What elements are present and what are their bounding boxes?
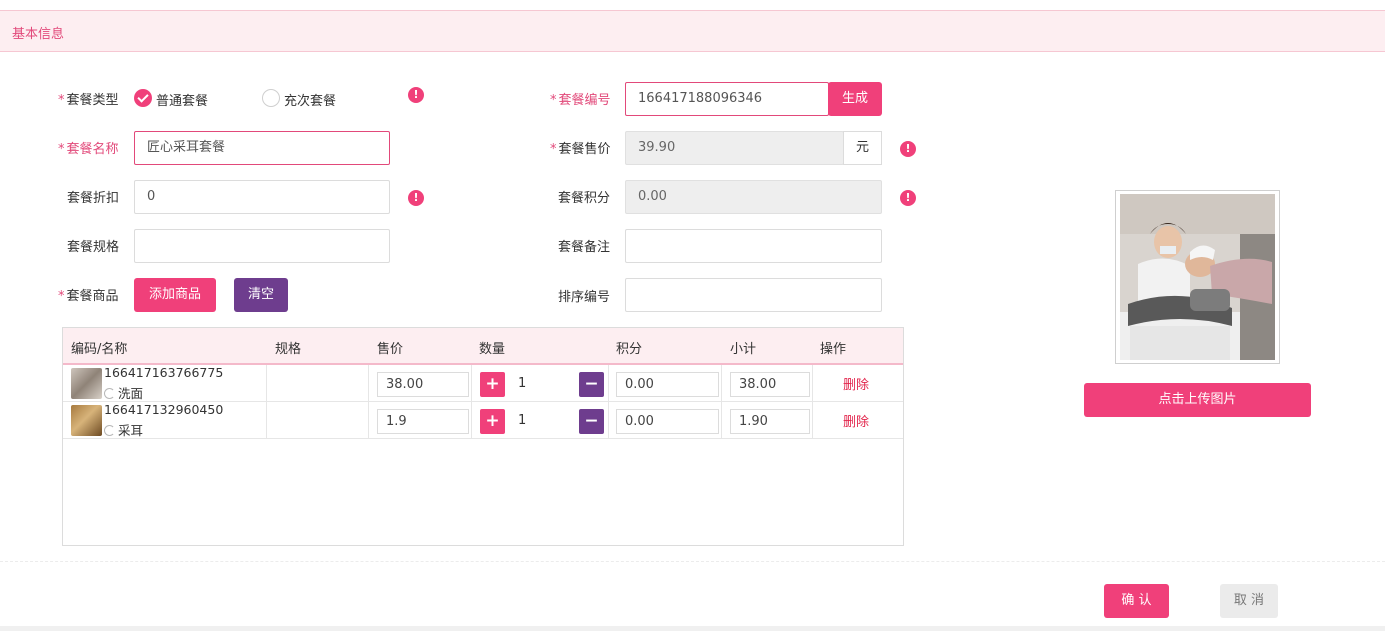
package-no-label: * 套餐编号 [550,93,611,108]
bottom-strip [0,626,1385,631]
points-cell-input[interactable]: 0.00 [616,372,719,397]
qty-plus-button[interactable]: + [480,372,505,397]
qty-minus-button[interactable]: − [579,409,604,434]
warning-icon[interactable]: ! [900,141,916,157]
currency-unit: 元 [843,131,882,165]
package-image [1120,194,1275,360]
delete-link[interactable]: 删除 [843,411,869,430]
clear-button[interactable]: 清空 [234,278,288,312]
th-code-name: 编码/名称 [71,342,128,357]
goods-table: 编码/名称 规格 售价 数量 积分 小计 操作 166417163766775 … [62,327,904,546]
sort-no-label: 排序编号 [558,290,611,305]
upload-image-button[interactable]: 点击上传图片 [1084,383,1311,417]
delete-link[interactable]: 删除 [843,374,869,393]
qty-value[interactable]: 1 [518,376,526,391]
sort-no-input[interactable] [625,278,882,312]
discount-input[interactable]: 0 [134,180,390,214]
qty-plus-button[interactable]: + [480,409,505,434]
generate-button[interactable]: 生成 [828,82,882,116]
th-action: 操作 [820,342,847,357]
price-input[interactable]: 38.00 [377,372,469,397]
confirm-button[interactable]: 确 认 [1104,584,1169,618]
warning-icon[interactable]: ! [408,190,424,206]
product-name: 采耳 [104,420,143,439]
package-no-input[interactable]: 166417188096346 [625,82,829,116]
package-type-label: * 套餐类型 [58,93,119,108]
section-title: 基本信息 [12,27,65,42]
refresh-icon[interactable] [104,425,115,436]
cancel-button[interactable]: 取 消 [1220,584,1278,618]
th-spec: 规格 [275,342,302,357]
radio-normal-label[interactable]: 普通套餐 [156,90,208,109]
table-row: 166417132960450 采耳 1.9 + 1 − 0.00 1.90 删… [63,402,903,439]
refresh-icon[interactable] [104,388,115,399]
product-thumbnail [71,405,102,436]
section-header: 基本信息 [0,10,1385,52]
radio-count-package[interactable] [262,89,280,107]
package-photo-illustration [1120,194,1275,360]
subtotal-input[interactable]: 38.00 [730,372,810,397]
page: 基本信息 * 套餐类型 普通套餐 充次套餐 ! * 套餐编号 16641718809… [0,0,1385,631]
product-name: 洗面 [104,383,143,402]
product-thumbnail [71,368,102,399]
sale-price-label: * 套餐售价 [550,142,611,157]
points-label: 套餐积分 [558,191,611,206]
remark-label: 套餐备注 [558,240,611,255]
product-code: 166417163766775 [104,365,224,380]
warning-icon[interactable]: ! [900,190,916,206]
qty-value[interactable]: 1 [518,413,526,428]
goods-label: * 套餐商品 [58,289,119,304]
spec-input[interactable] [134,229,390,263]
radio-normal-package[interactable] [134,89,152,107]
table-row: 166417163766775 洗面 38.00 + 1 − 0.00 38.0… [63,365,903,402]
subtotal-input[interactable]: 1.90 [730,409,810,434]
th-qty: 数量 [479,342,506,357]
th-subtotal: 小计 [730,342,757,357]
remark-input[interactable] [625,229,882,263]
qty-minus-button[interactable]: − [579,372,604,397]
warning-icon[interactable]: ! [408,87,424,103]
sale-price-input[interactable]: 39.90 [625,131,844,165]
spec-label: 套餐规格 [67,240,120,255]
product-code: 166417132960450 [104,402,224,417]
th-price: 售价 [377,342,404,357]
price-input[interactable]: 1.9 [377,409,469,434]
th-points: 积分 [616,342,643,357]
package-name-input[interactable]: 匠心采耳套餐 [134,131,390,165]
table-header: 编码/名称 规格 售价 数量 积分 小计 操作 [63,328,903,365]
package-name-label: * 套餐名称 [58,142,119,157]
add-goods-button[interactable]: 添加商品 [134,278,216,312]
points-input[interactable]: 0.00 [625,180,882,214]
points-cell-input[interactable]: 0.00 [616,409,719,434]
divider [0,561,1385,562]
discount-label: 套餐折扣 [67,191,120,206]
radio-count-label[interactable]: 充次套餐 [284,90,336,109]
package-image-frame [1115,190,1280,364]
